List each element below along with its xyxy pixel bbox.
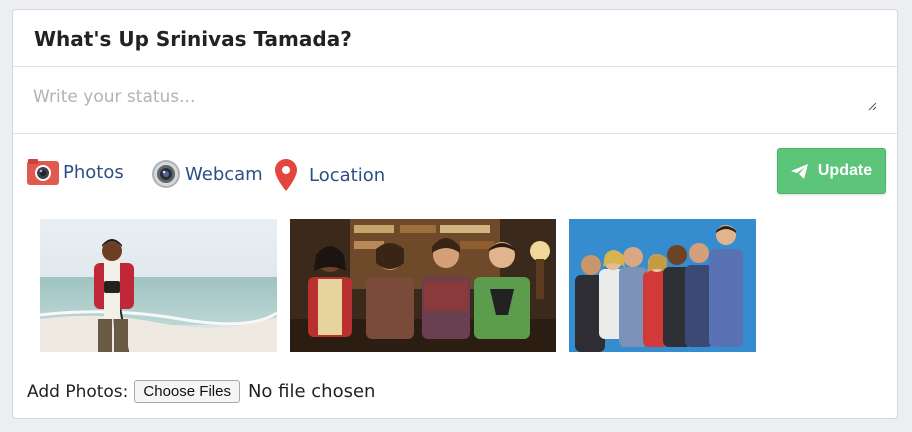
photo-thumbnail[interactable] — [290, 219, 556, 352]
resize-grip-icon[interactable] — [868, 102, 877, 111]
status-area — [13, 67, 897, 134]
file-status-text: No file chosen — [247, 381, 376, 402]
add-photos-label: Add Photos: — [27, 381, 129, 402]
photo-thumbnail[interactable] — [569, 219, 756, 352]
webcam-action[interactable]: Webcam — [151, 159, 263, 189]
photos-action[interactable]: Photos — [27, 159, 124, 185]
status-input[interactable] — [13, 67, 897, 133]
map-pin-icon — [275, 159, 297, 191]
choose-files-button[interactable]: Choose Files — [134, 380, 240, 403]
card-header: What's Up Srinivas Tamada? — [13, 10, 897, 67]
card-title: What's Up Srinivas Tamada? — [34, 27, 352, 51]
actions-bar: Photos Webcam Location Update — [13, 134, 897, 218]
update-button[interactable]: Update — [777, 148, 886, 194]
location-action[interactable]: Location — [275, 159, 385, 191]
camera-icon — [27, 159, 59, 185]
paper-plane-icon — [790, 163, 808, 179]
photo-thumbnail[interactable] — [40, 219, 277, 352]
webcam-label: Webcam — [185, 163, 263, 185]
update-label: Update — [817, 162, 873, 179]
status-update-card: What's Up Srinivas Tamada? Photos — [12, 9, 898, 419]
add-photos-row: Add Photos: Choose Files No file chosen — [27, 380, 375, 403]
location-label: Location — [309, 164, 386, 186]
photo-gallery — [13, 218, 897, 353]
webcam-icon — [151, 159, 181, 189]
photos-label: Photos — [63, 161, 124, 183]
